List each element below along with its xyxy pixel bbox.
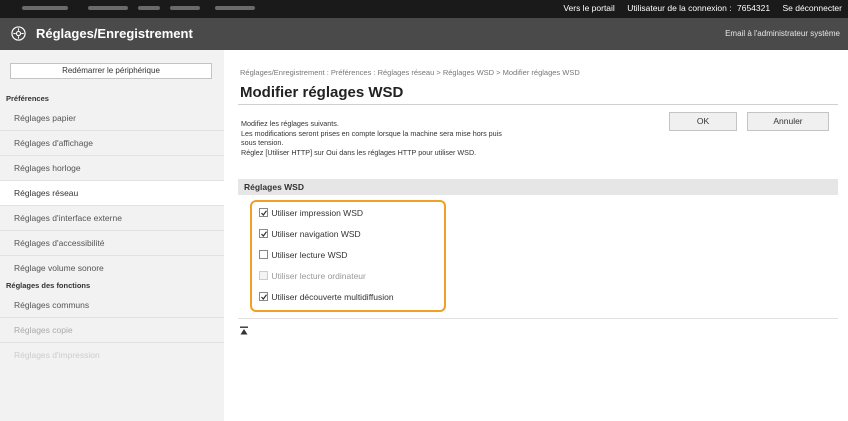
gear-logo-icon — [11, 26, 26, 41]
logout-link[interactable]: Se déconnecter — [782, 3, 842, 13]
blurred-product-name — [215, 6, 255, 10]
sidebar-item-accessibility[interactable]: Réglages d'accessibilité — [0, 231, 224, 255]
wsd-browsing-checkbox[interactable] — [259, 229, 268, 238]
sidebar-item-common[interactable]: Réglages communs — [0, 293, 224, 317]
blurred-product-name — [88, 6, 128, 10]
app-title: Réglages/Enregistrement — [36, 26, 193, 41]
wsd-scan-checkbox[interactable] — [259, 250, 268, 259]
sidebar-item-clock[interactable]: Réglages horloge — [0, 156, 224, 180]
sidebar-item-copy[interactable]: Réglages copie — [0, 318, 224, 342]
sidebar-section-functions: Réglages des fonctions — [6, 281, 91, 290]
option-wsd-scan[interactable]: Utiliser lecture WSD — [259, 250, 347, 262]
blurred-product-name — [170, 6, 200, 10]
option-label: Utiliser découverte multidiffusion — [271, 292, 394, 302]
description-line: Réglez [Utiliser HTTP] sur Oui dans les … — [241, 147, 477, 157]
checkmark-icon — [261, 294, 267, 300]
sidebar-section-preferences: Préférences — [6, 94, 49, 103]
option-label: Utiliser lecture WSD — [271, 250, 348, 260]
ok-button[interactable]: OK — [669, 112, 737, 131]
option-wsd-printing[interactable]: Utiliser impression WSD — [259, 208, 363, 220]
sidebar-item-external-interface[interactable]: Réglages d'interface externe — [0, 206, 224, 230]
restart-device-button[interactable]: Redémarrer le périphérique — [10, 63, 212, 79]
scroll-to-top-icon[interactable] — [239, 326, 249, 336]
sidebar: Redémarrer le périphérique Préférences R… — [0, 50, 224, 421]
cancel-button[interactable]: Annuler — [747, 112, 829, 131]
portal-link[interactable]: Vers le portail — [563, 3, 615, 13]
admin-mail-link[interactable]: Email à l'administrateur système — [725, 29, 840, 38]
description-line: sous tension. — [241, 138, 284, 148]
description-line: Les modifications seront prises en compt… — [241, 128, 502, 138]
page-description: Modifiez les réglages suivants. Les modi… — [241, 119, 671, 157]
option-computer-scan: Utiliser lecture ordinateur — [259, 271, 366, 283]
sidebar-item-paper[interactable]: Réglages papier — [0, 106, 224, 130]
login-user-label: Utilisateur de la connexion : 7654321 — [627, 3, 771, 13]
option-label: Utiliser navigation WSD — [271, 229, 361, 239]
sidebar-item-print[interactable]: Réglages d'impression — [0, 343, 224, 367]
blurred-product-name — [22, 6, 68, 10]
computer-scan-checkbox — [259, 271, 268, 280]
checkmark-icon — [261, 231, 267, 237]
blurred-product-name — [138, 6, 160, 10]
title-bar: Réglages/Enregistrement Email à l'admini… — [0, 18, 848, 50]
option-label: Utiliser impression WSD — [271, 208, 363, 218]
option-multicast-discovery[interactable]: Utiliser découverte multidiffusion — [259, 292, 394, 304]
sidebar-item-display[interactable]: Réglages d'affichage — [0, 131, 224, 155]
divider — [238, 104, 838, 105]
section-header-wsd-settings: Réglages WSD — [238, 179, 838, 195]
divider — [238, 318, 838, 319]
breadcrumb: Réglages/Enregistrement : Préférences : … — [240, 68, 580, 77]
page-title: Modifier réglages WSD — [240, 84, 404, 101]
wsd-printing-checkbox[interactable] — [259, 208, 268, 217]
multicast-discovery-checkbox[interactable] — [259, 292, 268, 301]
sidebar-item-volume[interactable]: Réglage volume sonore — [0, 256, 224, 280]
sidebar-item-network[interactable]: Réglages réseau — [0, 181, 224, 205]
description-line: Modifiez les réglages suivants. — [241, 119, 339, 128]
option-wsd-browsing[interactable]: Utiliser navigation WSD — [259, 229, 361, 241]
option-label: Utiliser lecture ordinateur — [271, 271, 366, 281]
top-bar: Vers le portail Utilisateur de la connex… — [0, 0, 848, 18]
checkmark-icon — [261, 210, 267, 216]
